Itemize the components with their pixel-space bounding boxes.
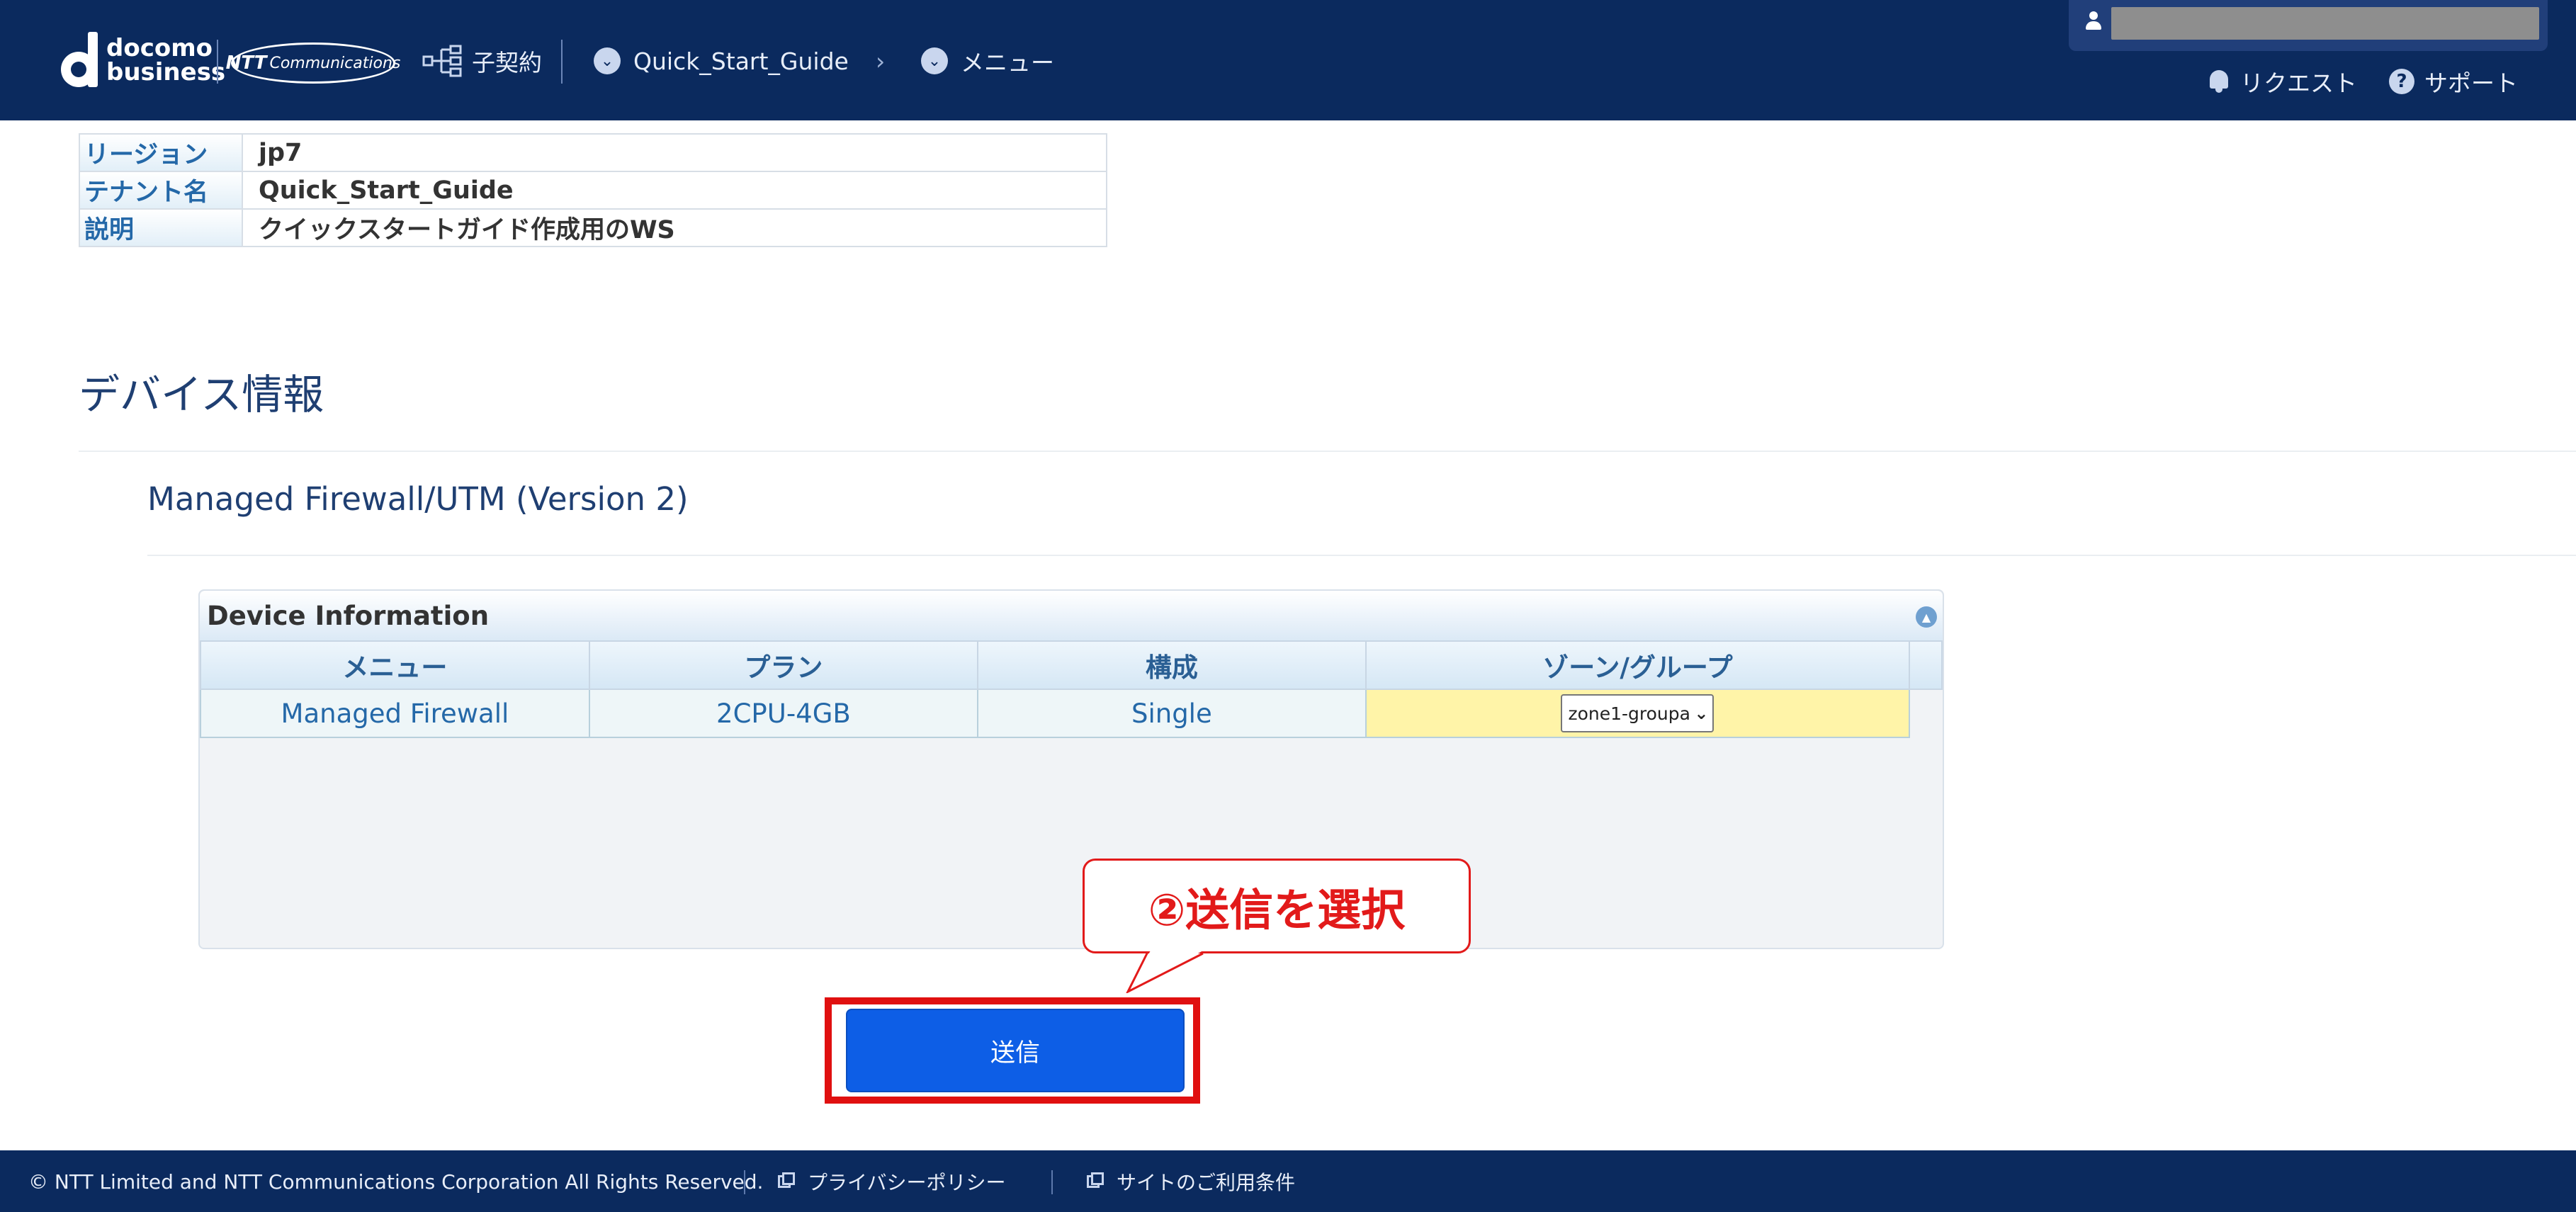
table-row: Managed Firewall 2CPU-4GB Single zone1-g…: [200, 689, 1942, 738]
table-row: 説明 クイックスタートガイド作成用のWS: [79, 208, 1107, 247]
column-header-zone: ゾーン/グループ: [1365, 640, 1911, 690]
info-label: テナント名: [79, 171, 243, 210]
privacy-policy-link[interactable]: プライバシーポリシー: [778, 1169, 1005, 1194]
cell-zone: zone1-groupa ⌄: [1365, 689, 1911, 738]
panel-header: Device Information ▲: [200, 591, 1943, 640]
external-link-icon: [778, 1172, 796, 1191]
user-icon: [2081, 10, 2106, 34]
request-label: リクエスト: [2240, 69, 2357, 97]
device-information-panel: Device Information ▲ メニュー プラン 構成 ゾーン/グルー…: [198, 589, 1944, 949]
column-header-spacer: [1909, 640, 1943, 690]
cell-menu: Managed Firewall: [200, 689, 590, 738]
copyright-text: © NTT Limited and NTT Communications Cor…: [28, 1169, 764, 1194]
callout-text: ②送信を選択: [1148, 884, 1406, 936]
table-row: リージョン jp7: [79, 133, 1107, 172]
chevron-down-icon: ⌄: [594, 47, 621, 74]
hierarchy-icon: [422, 45, 462, 77]
terms-label: サイトのご利用条件: [1117, 1171, 1296, 1194]
page-footer: © NTT Limited and NTT Communications Cor…: [0, 1150, 2576, 1212]
breadcrumb-tenant[interactable]: ⌄ Quick_Start_Guide: [594, 44, 849, 78]
help-icon: ?: [2389, 69, 2414, 94]
ntt-communications-logo: NTT Communications: [226, 43, 400, 84]
contract-label: 子契約: [472, 49, 542, 77]
footer-divider: [1051, 1170, 1053, 1194]
zone-group-select[interactable]: zone1-groupa ⌄: [1561, 694, 1714, 732]
column-header-menu: メニュー: [200, 640, 590, 690]
info-value: jp7: [242, 133, 1107, 172]
subsection-divider: [147, 555, 2576, 556]
logo-business-text: business: [106, 58, 226, 86]
instruction-callout: ②送信を選択: [1083, 859, 1471, 953]
zone-select-value: zone1-groupa: [1568, 703, 1690, 724]
device-table: メニュー プラン 構成 ゾーン/グループ Managed Firewall 2C…: [200, 640, 1943, 738]
bell-icon: [2208, 69, 2230, 94]
breadcrumb-menu[interactable]: ⌄ メニュー: [921, 44, 1054, 78]
footer-divider: [744, 1170, 745, 1194]
submit-button[interactable]: 送信: [846, 1009, 1185, 1092]
table-row: テナント名 Quick_Start_Guide: [79, 171, 1107, 210]
panel-title: Device Information: [207, 601, 490, 631]
info-value: Quick_Start_Guide: [242, 171, 1107, 210]
contract-switcher[interactable]: 子契約: [422, 44, 542, 78]
chevron-down-icon: ⌄: [1694, 703, 1709, 723]
service-subtitle: Managed Firewall/UTM (Version 2): [147, 480, 689, 518]
cell-config: Single: [976, 689, 1367, 738]
top-header: docomo business NTT Communications 子契約 ⌄ …: [0, 0, 2576, 120]
user-account-box[interactable]: [2069, 0, 2548, 51]
table-header-row: メニュー プラン 構成 ゾーン/グループ: [200, 640, 1943, 690]
support-label: サポート: [2424, 69, 2518, 97]
cell-plan: 2CPU-4GB: [588, 689, 978, 738]
docomo-d-mark: [61, 32, 101, 89]
info-label: リージョン: [79, 133, 243, 172]
breadcrumb-tenant-label: Quick_Start_Guide: [633, 47, 849, 75]
support-link[interactable]: ? サポート: [2389, 65, 2518, 98]
column-header-config: 構成: [976, 640, 1367, 690]
header-divider: [561, 40, 563, 84]
breadcrumb-menu-label: メニュー: [961, 49, 1054, 77]
terms-of-use-link[interactable]: サイトのご利用条件: [1087, 1169, 1295, 1194]
external-link-icon: [1087, 1172, 1105, 1191]
collapse-icon[interactable]: ▲: [1916, 606, 1937, 628]
info-value: クイックスタートガイド作成用のWS: [242, 208, 1107, 247]
info-label: 説明: [79, 208, 243, 247]
section-title: デバイス情報: [79, 370, 324, 419]
logo-docomo-text: docomo: [106, 34, 213, 62]
breadcrumb-separator-icon: ›: [876, 47, 886, 75]
tenant-info-table: リージョン jp7 テナント名 Quick_Start_Guide 説明 クイッ…: [79, 133, 1107, 247]
privacy-label: プライバシーポリシー: [808, 1171, 1006, 1194]
docomo-business-logo[interactable]: docomo business: [61, 30, 225, 91]
column-header-plan: プラン: [588, 640, 978, 690]
section-divider: [79, 451, 2576, 452]
header-divider: [217, 40, 218, 84]
callout-pointer: [1126, 951, 1204, 993]
user-name-redacted: [2111, 7, 2539, 40]
request-link[interactable]: リクエスト: [2208, 65, 2357, 98]
chevron-down-icon: ⌄: [921, 47, 948, 74]
